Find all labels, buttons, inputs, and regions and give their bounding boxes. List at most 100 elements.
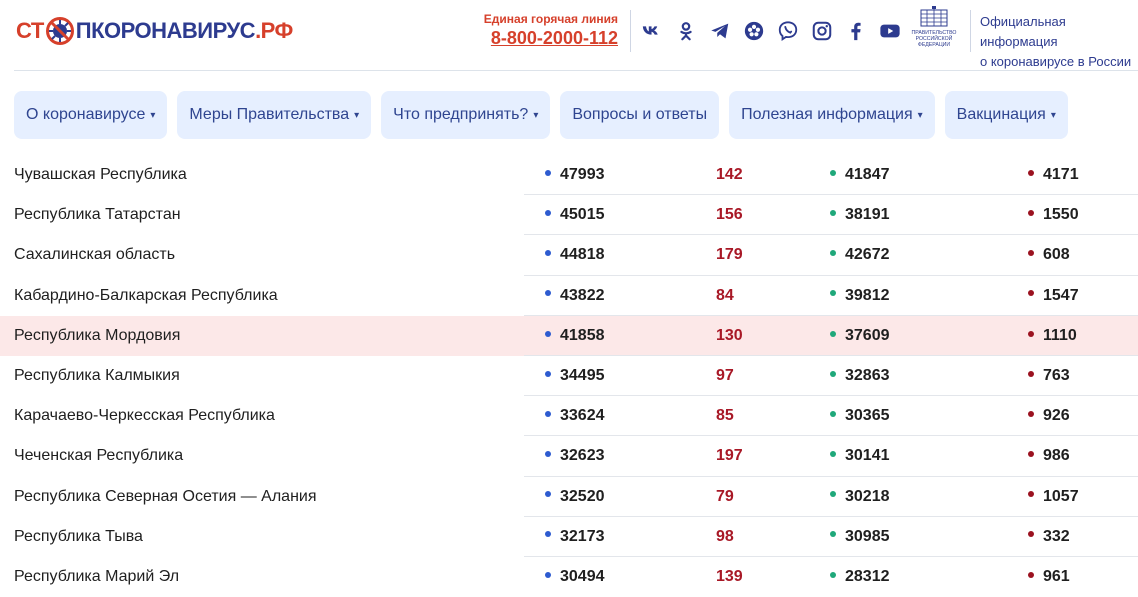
chevron-down-icon: ▾ bbox=[150, 109, 156, 121]
new-cases-count-cell: 98 bbox=[716, 517, 734, 557]
healed-count-cell: 30141 bbox=[830, 436, 890, 476]
hotline-phone-link[interactable]: 8-800-2000-112 bbox=[478, 28, 618, 49]
healed-count: 30365 bbox=[845, 407, 890, 425]
logo-text-domain: .РФ bbox=[255, 18, 293, 43]
healed-count-cell: 30218 bbox=[830, 477, 890, 517]
nav-item[interactable]: Что предпринять? ▾ bbox=[381, 91, 551, 139]
table-row: Республика Тыва 32173 98 30985 332 bbox=[0, 517, 1138, 557]
bullet-dot-icon bbox=[1028, 209, 1034, 216]
bullet-dot-icon bbox=[545, 290, 551, 297]
instagram-icon[interactable] bbox=[810, 18, 834, 44]
sick-count-cell: 33624 bbox=[545, 396, 605, 436]
nav-item[interactable]: О коронавирусе ▾ bbox=[14, 91, 168, 139]
odnoklassniki-icon[interactable] bbox=[674, 18, 698, 44]
viber-icon[interactable] bbox=[776, 18, 800, 44]
table-row: Республика Калмыкия 34495 97 32863 763 bbox=[0, 356, 1138, 397]
bullet-dot-icon bbox=[1028, 330, 1034, 337]
healed-count-cell: 28312 bbox=[830, 557, 890, 597]
nav-item[interactable]: Полезная информация ▾ bbox=[729, 91, 935, 139]
bullet-dot-icon bbox=[545, 169, 551, 176]
chevron-down-icon: ▾ bbox=[1050, 109, 1056, 121]
official-info-line2: о коронавирусе в России bbox=[980, 54, 1132, 69]
table-row: Республика Мордовия 41858 130 37609 1110 bbox=[0, 315, 1138, 356]
bullet-dot-icon bbox=[830, 531, 836, 538]
healed-count: 41847 bbox=[845, 166, 890, 183]
table-row: Карачаево-Черкесская Республика 33624 85 30… bbox=[0, 396, 1138, 437]
new-cases-count: 156 bbox=[716, 206, 743, 224]
region-name: Чеченская Республика bbox=[14, 447, 184, 465]
gov-emblem-line3: ФЕДЕРАЦИИ bbox=[918, 42, 951, 48]
healed-count: 30985 bbox=[845, 527, 890, 545]
nav-item[interactable]: Вакцинация ▾ bbox=[944, 91, 1068, 139]
sick-count-cell: 30494 bbox=[545, 557, 605, 597]
sick-count: 45015 bbox=[560, 206, 605, 224]
sick-count: 32623 bbox=[560, 447, 605, 465]
healed-count-cell: 42672 bbox=[830, 235, 890, 275]
new-cases-count: 85 bbox=[716, 407, 734, 425]
died-count: 1057 bbox=[1043, 487, 1079, 505]
chevron-down-icon: ▾ bbox=[917, 109, 923, 121]
official-info-line1: Официальная информация bbox=[980, 14, 1066, 49]
facebook-icon[interactable] bbox=[844, 18, 868, 44]
bullet-dot-icon bbox=[1028, 169, 1034, 176]
region-name: Чувашская Республика bbox=[14, 166, 187, 183]
telegram-icon[interactable] bbox=[708, 18, 732, 44]
new-cases-count-cell: 179 bbox=[716, 235, 743, 275]
died-count-cell: 1110 bbox=[1028, 316, 1077, 356]
bullet-dot-icon bbox=[545, 370, 551, 377]
government-emblem[interactable]: ПРАВИТЕЛЬСТВО РОССИЙСКОЙ ФЕДЕРАЦИИ bbox=[906, 6, 962, 52]
new-cases-count-cell: 97 bbox=[716, 356, 734, 396]
sick-count: 44818 bbox=[560, 246, 605, 264]
died-count-cell: 332 bbox=[1028, 517, 1070, 557]
new-cases-count: 84 bbox=[716, 286, 734, 304]
died-count-cell: 608 bbox=[1028, 235, 1070, 275]
flower-app-icon[interactable] bbox=[742, 18, 766, 44]
new-cases-count-cell: 197 bbox=[716, 436, 743, 476]
sick-count-cell: 44818 bbox=[545, 235, 605, 275]
sick-count-cell: 45015 bbox=[545, 195, 605, 235]
bullet-dot-icon bbox=[830, 330, 836, 337]
died-count-cell: 1550 bbox=[1028, 195, 1079, 235]
nav-item[interactable]: Меры Правительства ▾ bbox=[177, 91, 372, 139]
bullet-dot-icon bbox=[545, 491, 551, 498]
chevron-down-icon: ▾ bbox=[533, 109, 539, 121]
new-cases-count-cell: 139 bbox=[716, 557, 743, 597]
bullet-dot-icon bbox=[830, 290, 836, 297]
sick-count-cell: 32173 bbox=[545, 517, 605, 557]
sick-count: 32173 bbox=[560, 527, 605, 545]
healed-count-cell: 30985 bbox=[830, 517, 890, 557]
bullet-dot-icon bbox=[545, 330, 551, 337]
died-count: 332 bbox=[1043, 527, 1070, 545]
bullet-dot-icon bbox=[545, 209, 551, 216]
bullet-dot-icon bbox=[545, 410, 551, 417]
official-info-link[interactable]: Официальная информация о коронавирусе в … bbox=[980, 12, 1138, 72]
bullet-dot-icon bbox=[545, 451, 551, 458]
vk-icon[interactable] bbox=[640, 18, 664, 44]
new-cases-count-cell: 84 bbox=[716, 276, 734, 316]
header-separator bbox=[14, 70, 1138, 71]
bullet-dot-icon bbox=[1028, 290, 1034, 297]
sick-count: 33624 bbox=[560, 407, 605, 425]
hotline-block: Единая горячая линия 8-800-2000-112 bbox=[478, 12, 618, 49]
healed-count: 39812 bbox=[845, 286, 890, 304]
header-divider bbox=[970, 10, 971, 52]
youtube-icon[interactable] bbox=[878, 18, 902, 44]
died-count-cell: 926 bbox=[1028, 396, 1070, 436]
table-row: Чеченская Республика 32623 197 30141 986 bbox=[0, 436, 1138, 477]
table-row: Чувашская Республика 47993 142 41847 4171 bbox=[0, 155, 1138, 196]
site-logo[interactable]: СТ ПКОРОНАВИРУС .РФ bbox=[16, 14, 293, 48]
nav-item[interactable]: Вопросы и ответы bbox=[560, 91, 720, 139]
nav-item-label: Полезная информация bbox=[741, 106, 913, 123]
gov-emblem-line2: РОССИЙСКОЙ bbox=[916, 34, 953, 42]
bullet-dot-icon bbox=[1028, 410, 1034, 417]
main-nav: О коронавирусе ▾ Меры Правительства ▾ Что пр… bbox=[14, 91, 1068, 139]
bullet-dot-icon bbox=[1028, 571, 1034, 578]
new-cases-count: 197 bbox=[716, 447, 743, 465]
table-row: Республика Марий Эл 30494 139 28312 961 bbox=[0, 557, 1138, 597]
new-cases-count-cell: 156 bbox=[716, 195, 743, 235]
table-row: Кабардино-Балкарская Республика 43822 84 39… bbox=[0, 276, 1138, 316]
died-count: 763 bbox=[1043, 366, 1070, 384]
bullet-dot-icon bbox=[830, 571, 836, 578]
healed-count: 28312 bbox=[845, 567, 890, 585]
chevron-down-icon: ▾ bbox=[354, 109, 360, 121]
